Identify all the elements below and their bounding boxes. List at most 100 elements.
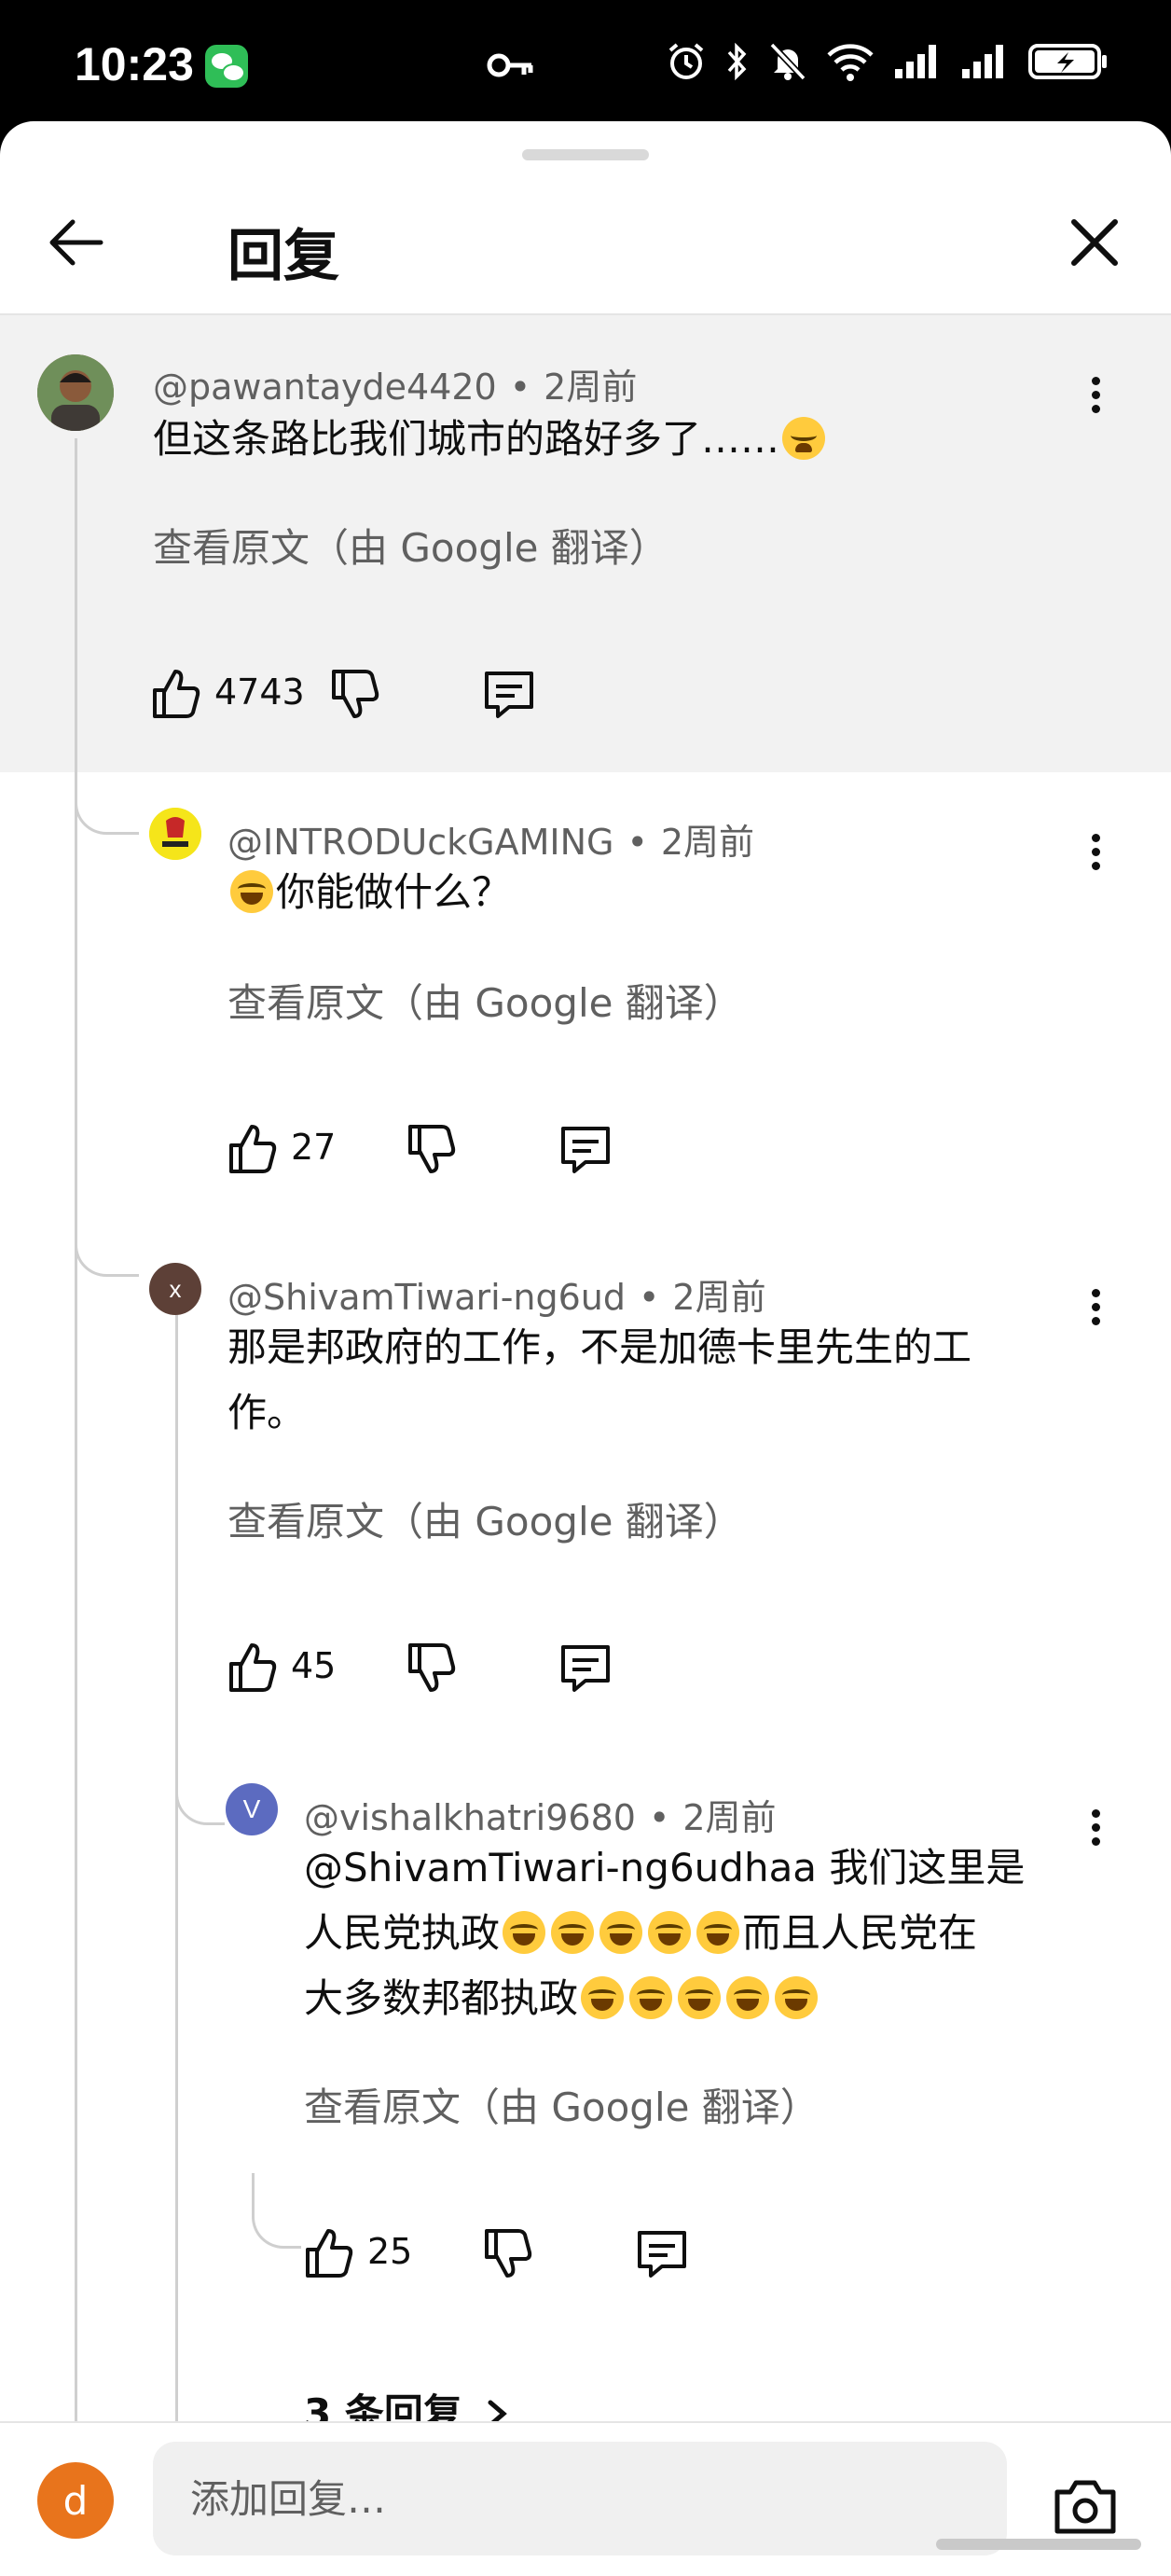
like-count: 4743 [214,672,305,713]
user-avatar[interactable]: d [37,2462,114,2539]
thumbs-down-icon[interactable] [328,666,380,722]
comment-line: 大多数邦都执政 [304,1966,1087,2031]
comment-line: 那是邦政府的工作，不是加德卡里先生的工 [227,1324,972,1370]
bluetooth-icon [727,42,747,81]
thread-line [175,1315,178,2546]
reply-icon[interactable] [481,666,537,722]
comment-text: 但这条路比我们城市的路好多了…… [153,407,828,472]
signal-icon [895,45,936,78]
comment-time: 2周前 [660,822,755,863]
tears-of-joy-emoji [230,870,273,913]
comment-text-content: 大多数邦都执政 [304,1975,579,2021]
author-name[interactable]: @INTRODUckGAMING [227,822,613,863]
see-original-link[interactable]: 查看原文（由 Google 翻译） [304,2076,820,2133]
battery-charging-icon [1028,44,1107,79]
thread-line [75,438,77,2546]
tears-of-joy-emoji [599,1911,643,1954]
tears-of-joy-emoji [551,1911,595,1954]
status-time: 10:23 [75,38,194,90]
avatar-logo [149,808,201,860]
avatar[interactable]: V [226,1783,278,1835]
comment-line: @ShivamTiwari-ng6udhaa 我们这里是 [304,1835,1087,1901]
thread-connector [75,774,139,835]
more-options-icon[interactable] [1081,1283,1109,1339]
thumbs-up-icon[interactable] [149,666,201,722]
like-count: 25 [367,2231,413,2272]
reply-icon[interactable] [558,1121,613,1177]
wifi-icon [827,44,874,81]
reply-composer: d [0,2421,1171,2576]
sheet-header: 回复 [0,177,1171,315]
thumbs-down-icon[interactable] [405,1121,457,1177]
tears-of-joy-emoji [581,1976,625,2019]
see-original-link[interactable]: 查看原文（由 Google 翻译） [227,972,743,1029]
comment-line: 作。 [227,1390,307,1435]
comment-text-content: 但这条路比我们城市的路好多了…… [153,416,780,462]
comment-meta: @ShivamTiwari-ng6ud • 2周前 [227,1277,766,1318]
comment-line: 人民党执政 而且人民党在 [304,1901,1087,1966]
alarm-icon [668,43,704,79]
avatar[interactable] [37,354,114,431]
close-icon[interactable] [1057,205,1132,280]
weary-face-emoji [782,417,826,460]
thread-connector [75,1222,139,1277]
thread-connector [252,2173,301,2249]
home-indicator [936,2539,1141,2550]
comment-time: 2周前 [672,1277,766,1318]
comment-text-content: 而且人民党在 [742,1910,978,1956]
thumbs-down-icon[interactable] [481,2225,533,2281]
tears-of-joy-emoji [503,1911,546,1954]
comment-time: 2周前 [682,1797,777,1838]
comment-meta: @pawantayde4420 • 2周前 [153,367,638,408]
comment-meta: @INTRODUckGAMING • 2周前 [227,822,755,863]
more-options-icon[interactable] [1081,828,1109,884]
like-count: 45 [291,1645,337,1686]
see-original-link[interactable]: 查看原文（由 Google 翻译） [227,1490,743,1547]
comment-time: 2周前 [544,367,638,408]
thumbs-up-icon[interactable] [226,1121,278,1177]
avatar[interactable]: x [149,1263,201,1315]
comment-text-content: 人民党执政 [304,1910,501,1956]
avatar-photo [37,354,114,431]
thumbs-down-icon[interactable] [405,1640,457,1696]
tears-of-joy-emoji [629,1976,673,2019]
wechat-icon [205,45,248,88]
tears-of-joy-emoji [648,1911,692,1954]
back-arrow-icon[interactable] [41,205,116,280]
comment-text: 你能做什么？ [227,860,511,925]
comment-actions: 27 [226,1121,617,1177]
see-original-link[interactable]: 查看原文（由 Google 翻译） [153,517,668,574]
comment-meta: @vishalkhatri9680 • 2周前 [304,1797,777,1838]
mute-icon [769,42,806,81]
thread-connector [175,1744,225,1825]
more-options-icon[interactable] [1081,1804,1109,1860]
like-count: 27 [291,1127,337,1168]
author-name[interactable]: @vishalkhatri9680 [304,1797,636,1838]
mention-link[interactable]: @ShivamTiwari-ng6udhaa 我们这里是 [304,1845,1025,1890]
camera-icon[interactable] [1048,2470,1123,2544]
avatar-letter: x [169,1274,182,1303]
comment-actions: 45 [226,1640,617,1696]
signal-icon [962,45,1003,78]
tears-of-joy-emoji [726,1976,770,2019]
comment-text: 那是邦政府的工作，不是加德卡里先生的工 作。 [227,1315,1067,1446]
author-name[interactable]: @ShivamTiwari-ng6ud [227,1277,626,1318]
key-icon [487,53,533,77]
reply-input[interactable] [153,2442,1007,2555]
tears-of-joy-emoji [696,1911,740,1954]
comment-text: @ShivamTiwari-ng6udhaa 我们这里是 人民党执政 而且人民党在… [304,1835,1087,2031]
comment-actions: 4743 [149,666,559,722]
more-options-icon[interactable] [1081,371,1109,427]
drag-handle[interactable] [522,149,649,160]
comment-text-content: 你能做什么？ [276,869,512,915]
replies-sheet: 回复 @pawantayde4420 • 2周前 但这条路比我们城市的路好多了…… … [0,121,1171,2574]
tears-of-joy-emoji [678,1976,722,2019]
reply-icon[interactable] [558,1640,613,1696]
page-title: 回复 [227,224,339,289]
avatar[interactable] [149,808,201,860]
reply-icon[interactable] [634,2225,690,2281]
author-name[interactable]: @pawantayde4420 [153,367,497,408]
comment-actions: 25 [302,2225,694,2281]
thumbs-up-icon[interactable] [302,2225,354,2281]
thumbs-up-icon[interactable] [226,1640,278,1696]
